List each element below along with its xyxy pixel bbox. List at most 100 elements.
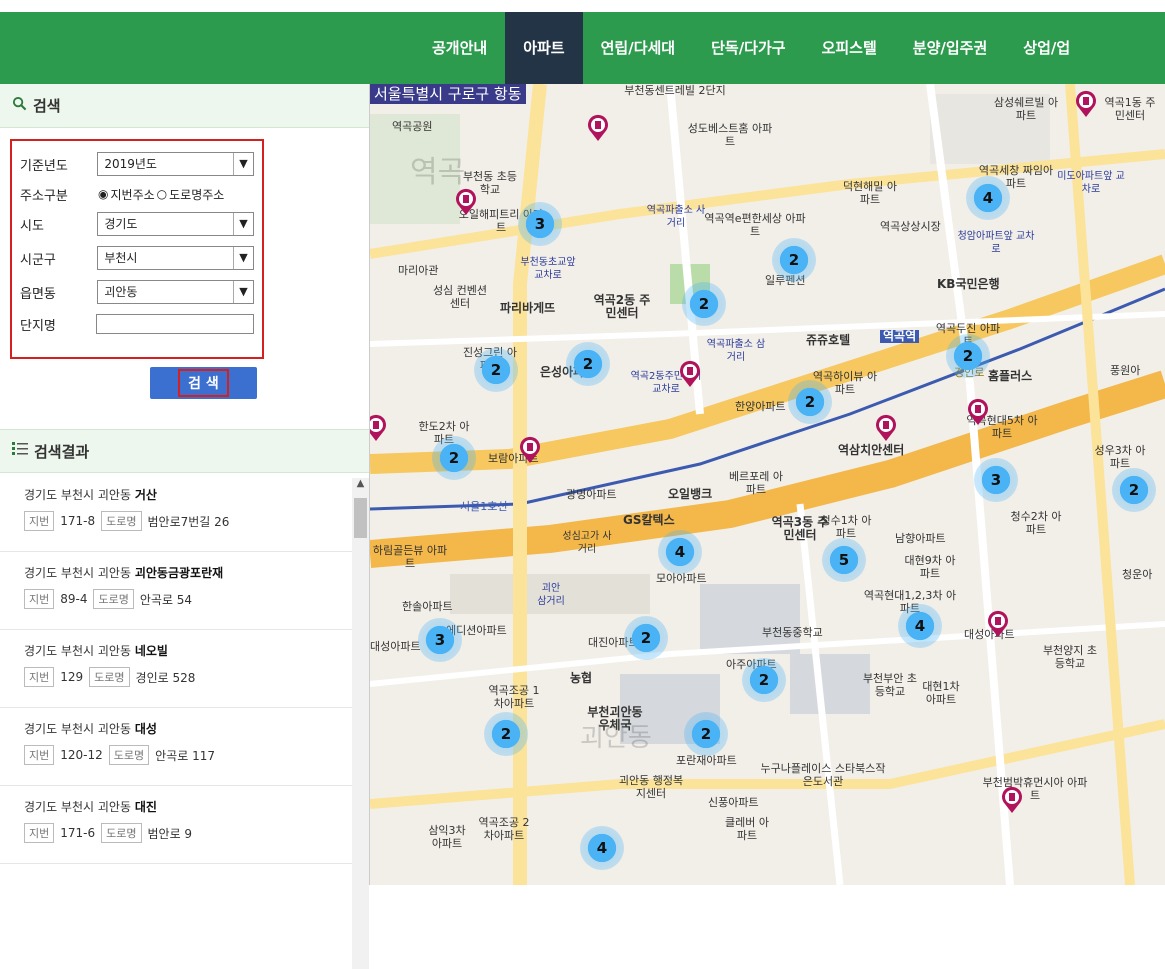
cluster-marker[interactable]: 2 <box>484 712 528 756</box>
complex-label: 단지명 <box>20 318 56 334</box>
result-road: 경인로 528 <box>135 670 196 685</box>
apartment-pin-icon[interactable] <box>518 436 542 464</box>
cluster-marker[interactable]: 2 <box>742 658 786 702</box>
map-label: 파리바게뜨 <box>500 301 556 315</box>
results-scrollbar[interactable]: ▲ <box>352 478 369 969</box>
map-label: 삼성쉐르빌 아파트 <box>993 96 1059 122</box>
result-name[interactable]: 대진 <box>135 800 157 814</box>
cluster-marker[interactable]: 3 <box>518 202 562 246</box>
nav-item-disclosure[interactable]: 공개안내 <box>414 12 505 84</box>
apartment-pin-icon[interactable] <box>586 114 610 142</box>
map-label: 클레버 아파트 <box>725 816 769 842</box>
cluster-marker[interactable]: 2 <box>1112 468 1156 512</box>
result-meta: 지번 129 도로명 경인로 528 <box>24 667 352 687</box>
map-label: 역곡상상시장 <box>880 220 941 233</box>
addr-type-row: 주소구분 ◉ 지번주소 ○ 도로명주소 <box>20 181 254 207</box>
map-label: 역곡조공 1차아파트 <box>488 684 540 710</box>
cluster-marker[interactable]: 3 <box>974 458 1018 502</box>
nav-item-officetel[interactable]: 오피스텔 <box>804 12 895 84</box>
apartment-pin-icon[interactable] <box>1000 786 1024 814</box>
sigungu-select[interactable]: 부천시 ▼ <box>97 246 254 270</box>
year-select[interactable]: 2019년도 ▼ <box>97 152 254 176</box>
nav-item-apartment[interactable]: 아파트 <box>505 12 583 84</box>
map-label: 역곡2동 주민센터 <box>593 293 651 320</box>
cluster-marker[interactable]: 2 <box>624 616 668 660</box>
result-address: 경기도 부천시 괴안동 대성 <box>24 720 352 737</box>
nav-item-commercial[interactable]: 상업/업 <box>1005 12 1088 84</box>
jibun-tag: 지번 <box>24 745 55 765</box>
result-jibun: 129 <box>60 670 84 684</box>
scroll-thumb[interactable] <box>354 498 367 538</box>
map-label: 덕현해밀 아파트 <box>842 180 898 206</box>
map-label: 부천부안 초등학교 <box>862 672 918 698</box>
cluster-marker[interactable]: 2 <box>684 712 728 756</box>
chevron-down-icon: ▼ <box>233 247 253 269</box>
apartment-pin-icon[interactable] <box>874 414 898 442</box>
cluster-marker[interactable]: 3 <box>418 618 462 662</box>
map-label: 서울1호선 <box>460 500 508 513</box>
cluster-marker[interactable]: 2 <box>432 436 476 480</box>
result-name[interactable]: 거산 <box>135 488 157 502</box>
cluster-marker[interactable]: 2 <box>772 238 816 282</box>
cluster-marker[interactable]: 2 <box>474 348 518 392</box>
result-address: 경기도 부천시 괴안동 네오빌 <box>24 642 352 659</box>
radio-jibun-label[interactable]: 지번주소 <box>110 186 154 203</box>
map-label: 베르포레 아파트 <box>728 470 784 496</box>
radio-road-label[interactable]: 도로명주소 <box>169 186 224 203</box>
radio-road-icon[interactable]: ○ <box>157 187 167 201</box>
result-prefix: 경기도 부천시 괴안동 <box>24 722 131 736</box>
result-name[interactable]: 대성 <box>135 722 157 736</box>
map-label: 한솔아파트 <box>402 600 453 613</box>
map-label: 역곡 <box>410 155 466 190</box>
search-button[interactable]: 검 색 <box>150 367 257 399</box>
addr-type-label: 주소구분 <box>20 188 68 204</box>
cluster-marker[interactable]: 2 <box>566 342 610 386</box>
result-address: 경기도 부천시 괴안동 대진 <box>24 798 352 815</box>
cluster-marker[interactable]: 4 <box>966 176 1010 220</box>
scroll-up-icon[interactable]: ▲ <box>352 478 369 495</box>
list-item[interactable]: 경기도 부천시 괴안동 대성 지번 120-12 도로명 안곡로 117 <box>0 708 352 786</box>
list-item[interactable]: 경기도 부천시 괴안동 대진 지번 171-6 도로명 범안로 9 <box>0 786 352 864</box>
cluster-marker[interactable]: 2 <box>682 282 726 326</box>
apartment-pin-icon[interactable] <box>370 414 388 442</box>
list-item[interactable]: 경기도 부천시 괴안동 거산 지번 171-8 도로명 범안로7번길 26 <box>0 474 352 552</box>
result-meta: 지번 89-4 도로명 안곡로 54 <box>24 589 352 609</box>
dong-label: 읍면동 <box>20 286 56 302</box>
map-label: 부천범박휴먼시아 아파트 <box>982 776 1088 802</box>
map-label: 마리아관 <box>398 264 439 277</box>
radio-jibun-icon[interactable]: ◉ <box>98 187 108 201</box>
results-list: 경기도 부천시 괴안동 거산 지번 171-8 도로명 범안로7번길 26 경기도 부… <box>0 474 352 864</box>
nav-item-presale[interactable]: 분양/입주권 <box>895 12 1005 84</box>
cluster-marker[interactable]: 4 <box>898 604 942 648</box>
list-item[interactable]: 경기도 부천시 괴안동 괴안동금광포란재 지번 89-4 도로명 안곡로 54 <box>0 552 352 630</box>
map-label: 역곡파출소 삼거리 <box>706 339 766 363</box>
result-road: 안곡로 117 <box>155 748 215 763</box>
nav-item-villa[interactable]: 연립/다세대 <box>583 12 693 84</box>
complex-name-input[interactable] <box>96 314 254 334</box>
apartment-pin-icon[interactable] <box>454 188 478 216</box>
map-label: 부천양지 초등학교 <box>1042 644 1098 670</box>
result-name[interactable]: 네오빌 <box>135 644 168 658</box>
cluster-marker[interactable]: 4 <box>658 530 702 574</box>
cluster-marker[interactable]: 5 <box>822 538 866 582</box>
dong-select[interactable]: 괴안동 ▼ <box>97 280 254 304</box>
cluster-marker[interactable]: 2 <box>788 380 832 424</box>
map-view[interactable]: 서울특별시 구로구 항동 역곡공원 부천동센트레빌 2단지 성도베스트홈 아파트… <box>370 84 1165 885</box>
road-tag: 도로명 <box>108 745 150 765</box>
results-header: 검색결과 <box>0 429 369 473</box>
nav-item-house[interactable]: 단독/다가구 <box>693 12 803 84</box>
sido-select[interactable]: 경기도 ▼ <box>97 212 254 236</box>
list-item[interactable]: 경기도 부천시 괴안동 네오빌 지번 129 도로명 경인로 528 <box>0 630 352 708</box>
apartment-pin-icon[interactable] <box>678 360 702 388</box>
map-label: 대현1차 아파트 <box>922 680 960 706</box>
cluster-marker[interactable]: 4 <box>580 826 624 870</box>
chevron-down-icon: ▼ <box>233 153 253 175</box>
apartment-pin-icon[interactable] <box>986 610 1010 638</box>
apartment-pin-icon[interactable] <box>1074 90 1098 118</box>
apartment-pin-icon[interactable] <box>966 398 990 426</box>
result-name[interactable]: 괴안동금광포란재 <box>135 566 223 580</box>
map-label: 괴안동 <box>580 723 652 753</box>
jibun-tag: 지번 <box>24 511 55 531</box>
cluster-marker[interactable]: 2 <box>946 334 990 378</box>
sido-select-value: 경기도 <box>104 217 138 231</box>
